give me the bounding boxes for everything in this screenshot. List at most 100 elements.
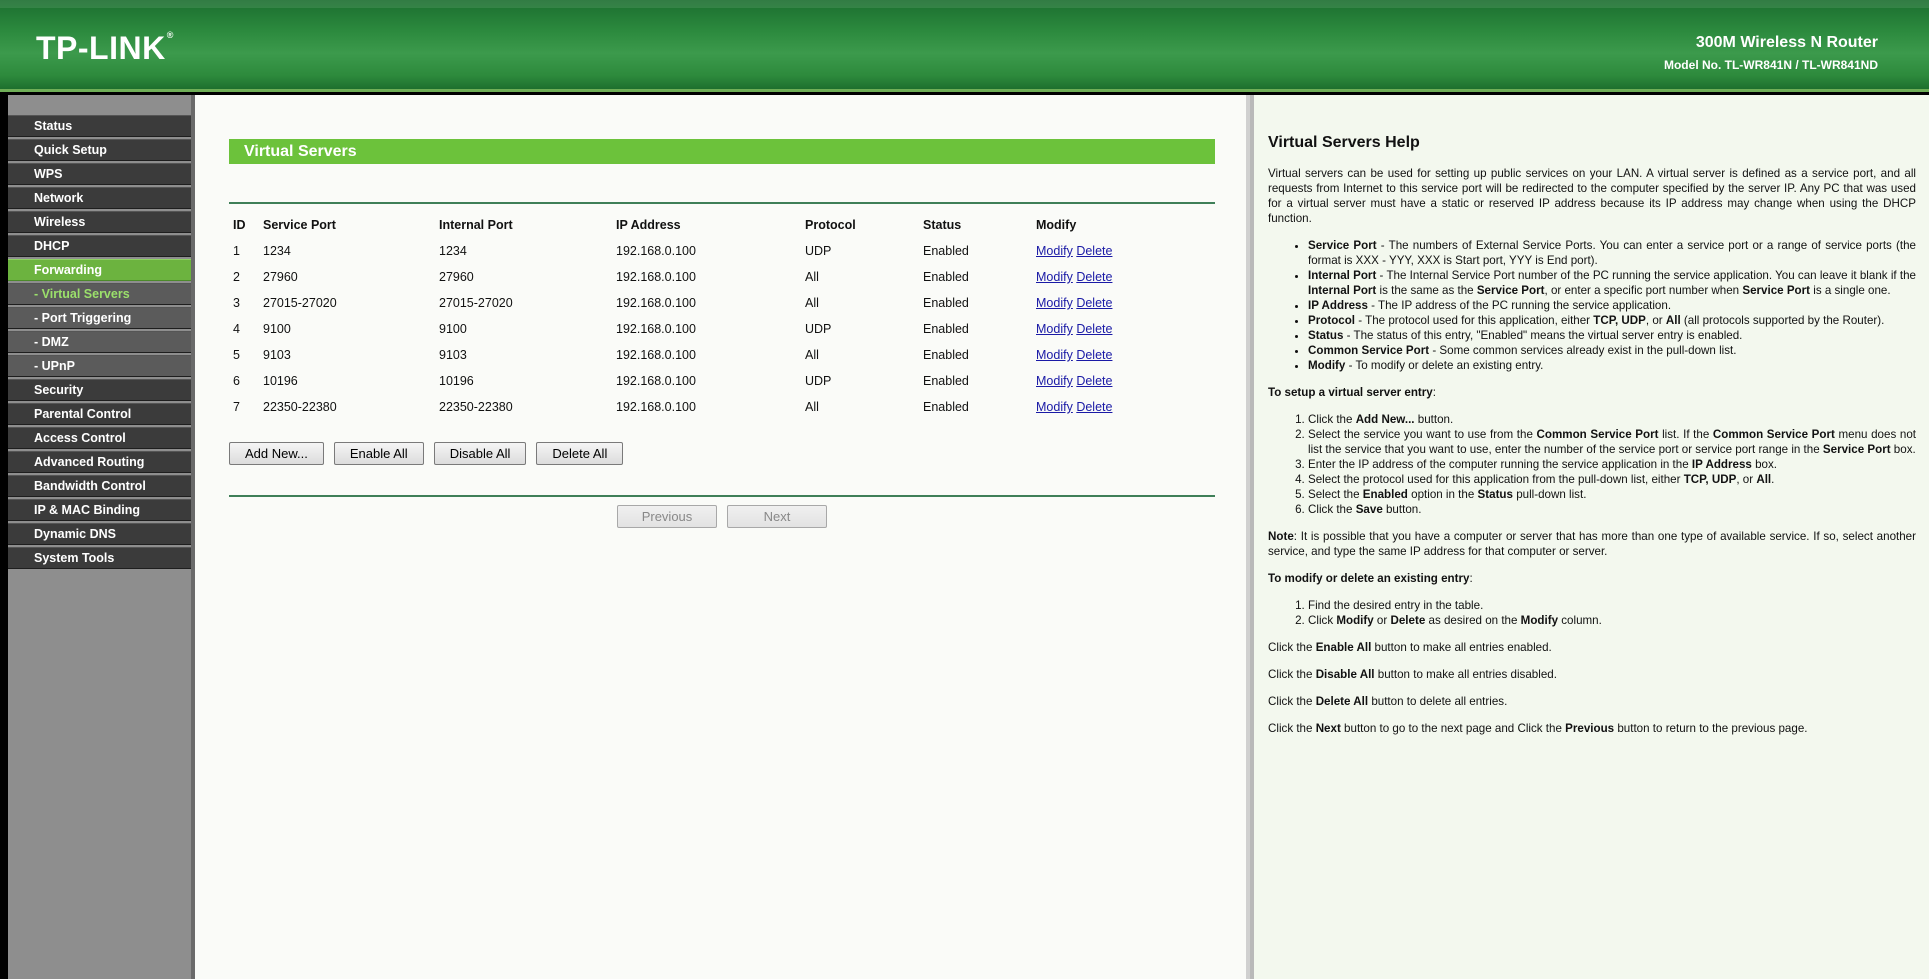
col-id: ID [233, 218, 246, 232]
modify-link[interactable]: Modify [1036, 270, 1073, 284]
cell-ip-address: 192.168.0.100 [616, 270, 696, 284]
modify-step-1: Find the desired entry in the table. [1308, 598, 1916, 613]
menu-item-ip-mac-binding[interactable]: IP & MAC Binding [8, 499, 191, 521]
help-title: Virtual Servers Help [1268, 134, 1420, 151]
delete-link[interactable]: Delete [1076, 296, 1112, 310]
virtual-servers-table: ID Service Port Internal Port IP Address… [229, 212, 1215, 420]
sidebar-menu: Status Quick Setup WPS Network Wireless … [8, 115, 191, 571]
main-content: Virtual Servers ID Service Port Internal… [195, 95, 1250, 979]
cell-protocol: UDP [805, 374, 832, 388]
def-common-service-port: Common Service Port - Some common servic… [1308, 343, 1916, 358]
delete-link[interactable]: Delete [1076, 400, 1112, 414]
pagination: Previous Next [229, 505, 1215, 528]
menu-item-virtual-servers[interactable]: - Virtual Servers [8, 283, 191, 305]
virtual-servers-panel: Virtual Servers ID Service Port Internal… [229, 139, 1215, 528]
col-internal-port: Internal Port [439, 218, 513, 232]
modify-link[interactable]: Modify [1036, 296, 1073, 310]
divider-top [229, 202, 1215, 204]
def-service-port: Service Port - The numbers of External S… [1308, 238, 1916, 268]
cell-ip-address: 192.168.0.100 [616, 348, 696, 362]
setup-step-3: Enter the IP address of the computer run… [1308, 457, 1916, 472]
menu-item-system-tools[interactable]: System Tools [8, 547, 191, 569]
cell-ip-address: 192.168.0.100 [616, 296, 696, 310]
menu-item-dynamic-dns[interactable]: Dynamic DNS [8, 523, 191, 545]
cell-protocol: All [805, 348, 819, 362]
cell-modify: Modify Delete [1032, 368, 1215, 394]
cell-service-port: 9100 [263, 322, 291, 336]
cell-status: Enabled [923, 374, 969, 388]
menu-item-wps[interactable]: WPS [8, 163, 191, 185]
menu-item-quick-setup[interactable]: Quick Setup [8, 139, 191, 161]
cell-internal-port: 27015-27020 [439, 296, 513, 310]
table-row: 2 27960 27960 192.168.0.100 All Enabled Modify… [229, 264, 1215, 290]
delete-link[interactable]: Delete [1076, 348, 1112, 362]
previous-button[interactable]: Previous [617, 505, 717, 528]
table-row: 6 10196 10196 192.168.0.100 UDP Enabled Modify… [229, 368, 1215, 394]
cell-internal-port: 10196 [439, 374, 474, 388]
delete-all-button[interactable]: Delete All [536, 442, 624, 465]
menu-item-port-triggering[interactable]: - Port Triggering [8, 307, 191, 329]
setup-step-6: Click the Save button. [1308, 502, 1916, 517]
delete-link[interactable]: Delete [1076, 270, 1112, 284]
cell-modify: Modify Delete [1032, 290, 1215, 316]
logo-text: TP-LINK [36, 30, 166, 66]
help-note: Note: It is possible that you have a com… [1268, 530, 1916, 558]
cell-protocol: All [805, 296, 819, 310]
cell-id: 2 [233, 270, 240, 284]
modify-link[interactable]: Modify [1036, 374, 1073, 388]
menu-item-wireless[interactable]: Wireless [8, 211, 191, 233]
menu-item-forwarding[interactable]: Forwarding [8, 259, 191, 281]
cell-status: Enabled [923, 244, 969, 258]
menu-item-dhcp[interactable]: DHCP [8, 235, 191, 257]
cell-modify: Modify Delete [1032, 394, 1215, 420]
setup-heading: To setup a virtual server entry: [1268, 386, 1436, 399]
cell-status: Enabled [923, 296, 969, 310]
delete-link[interactable]: Delete [1076, 322, 1112, 336]
menu-item-advanced-routing[interactable]: Advanced Routing [8, 451, 191, 473]
menu-item-upnp[interactable]: - UPnP [8, 355, 191, 377]
modify-link[interactable]: Modify [1036, 348, 1073, 362]
help-definitions: Service Port - The numbers of External S… [1268, 238, 1916, 373]
menu-item-parental-control[interactable]: Parental Control [8, 403, 191, 425]
modify-link[interactable]: Modify [1036, 400, 1073, 414]
setup-steps: Click the Add New... button. Select the … [1268, 412, 1916, 517]
disable-all-button[interactable]: Disable All [433, 442, 527, 465]
cell-id: 1 [233, 244, 240, 258]
menu-item-security[interactable]: Security [8, 379, 191, 401]
modify-link[interactable]: Modify [1036, 322, 1073, 336]
add-new-button[interactable]: Add New... [229, 442, 324, 465]
col-status: Status [923, 218, 962, 232]
cell-internal-port: 9100 [439, 322, 467, 336]
modify-heading: To modify or delete an existing entry: [1268, 572, 1473, 585]
menu-item-access-control[interactable]: Access Control [8, 427, 191, 449]
window-edge [0, 95, 8, 979]
cell-service-port: 1234 [263, 244, 291, 258]
def-internal-port: Internal Port - The Internal Service Por… [1308, 268, 1916, 298]
delete-link[interactable]: Delete [1076, 374, 1112, 388]
menu-item-dmz[interactable]: - DMZ [8, 331, 191, 353]
cell-status: Enabled [923, 400, 969, 414]
setup-step-1: Click the Add New... button. [1308, 412, 1916, 427]
action-buttons: Add New... Enable All Disable All Delete… [229, 442, 1215, 465]
help-intro: Virtual servers can be used for setting … [1268, 167, 1916, 225]
setup-step-5: Select the Enabled option in the Status … [1308, 487, 1916, 502]
next-button[interactable]: Next [727, 505, 827, 528]
menu-item-bandwidth-control[interactable]: Bandwidth Control [8, 475, 191, 497]
help-delete-all: Click the Delete All button to delete al… [1268, 695, 1508, 708]
menu-item-status[interactable]: Status [8, 115, 191, 137]
col-modify: Modify [1036, 218, 1077, 232]
page-frame: Status Quick Setup WPS Network Wireless … [8, 95, 1929, 979]
cell-modify: Modify Delete [1032, 316, 1215, 342]
cell-ip-address: 192.168.0.100 [616, 322, 696, 336]
cell-modify: Modify Delete [1032, 264, 1215, 290]
product-name: 300M Wireless N Router [1695, 34, 1878, 51]
menu-item-network[interactable]: Network [8, 187, 191, 209]
cell-status: Enabled [923, 348, 969, 362]
enable-all-button[interactable]: Enable All [333, 442, 424, 465]
table-row: 3 27015-27020 27015-27020 192.168.0.100 All E… [229, 290, 1215, 316]
modify-link[interactable]: Modify [1036, 244, 1073, 258]
table-row: 1 1234 1234 192.168.0.100 UDP Enabled Modify D… [229, 238, 1215, 264]
setup-step-4: Select the protocol used for this applic… [1308, 472, 1916, 487]
delete-link[interactable]: Delete [1076, 244, 1112, 258]
product-info: 300M Wireless N Router Model No. TL-WR84… [1664, 34, 1878, 72]
